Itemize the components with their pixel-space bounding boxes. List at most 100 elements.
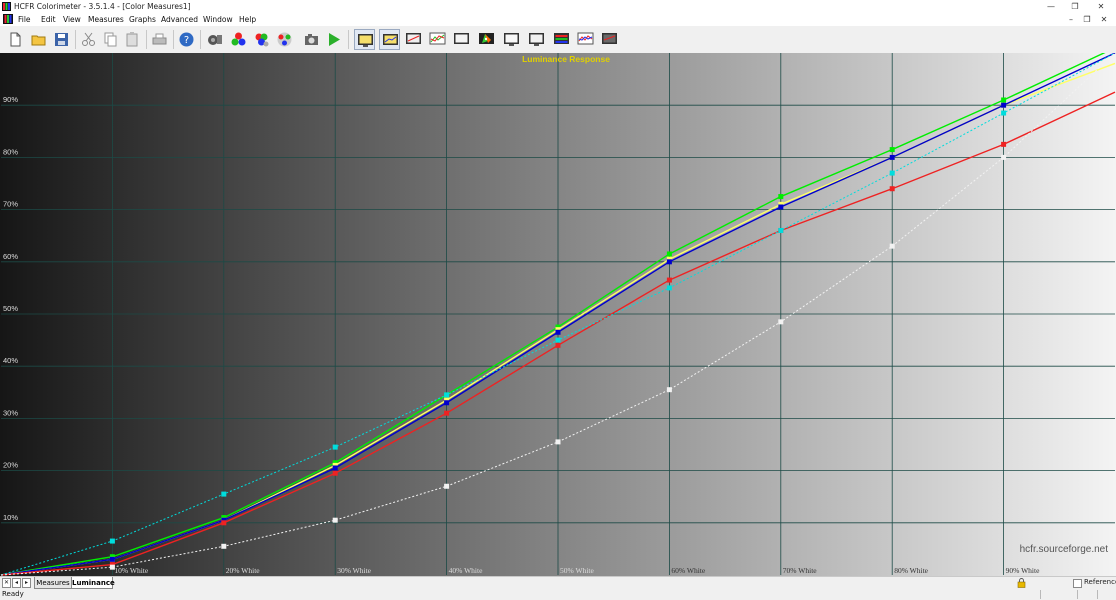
x-tick-label: 20% White	[226, 566, 260, 575]
cut-button[interactable]	[78, 29, 99, 50]
play-button[interactable]	[323, 29, 344, 50]
cie-diagram-button[interactable]	[476, 29, 497, 50]
status-pane	[1097, 590, 1098, 599]
menu-help[interactable]: Help	[239, 15, 256, 24]
sensor-button[interactable]	[205, 29, 226, 50]
screen-2-button[interactable]	[526, 29, 547, 50]
data-point	[1001, 154, 1007, 160]
data-point	[1001, 97, 1007, 103]
x-tick-label: 30% White	[337, 566, 371, 575]
menu-graphs[interactable]: Graphs	[129, 15, 156, 24]
document-restore-button[interactable]: ❐	[1080, 14, 1094, 25]
help-icon: ?	[179, 32, 194, 47]
y-tick-label: 80%	[3, 147, 18, 156]
tab-prev-button[interactable]: ◂	[12, 578, 21, 588]
play-icon	[329, 33, 340, 46]
data-point	[221, 520, 227, 526]
menu-advanced[interactable]: Advanced	[161, 15, 198, 24]
reference-label: Reference	[1084, 578, 1116, 586]
reference-checkbox[interactable]	[1073, 579, 1082, 588]
new-document-icon	[10, 32, 21, 47]
menu-view[interactable]: View	[63, 15, 81, 24]
display-view-2-button[interactable]	[379, 29, 400, 50]
x-tick-label: 60% White	[671, 566, 705, 575]
copy-button[interactable]	[100, 29, 121, 50]
graph-button[interactable]	[427, 29, 448, 50]
data-point	[555, 337, 561, 343]
tab-next-button[interactable]: ▸	[22, 578, 31, 588]
y-tick-label: 90%	[3, 95, 18, 104]
rgb-balls-icon	[231, 32, 246, 46]
x-tick-label: 40% White	[449, 566, 483, 575]
print-button[interactable]	[149, 29, 170, 50]
display-view-icon	[358, 34, 373, 47]
save-button[interactable]	[51, 29, 72, 50]
minimize-button[interactable]: —	[1040, 1, 1062, 12]
menu-edit[interactable]: Edit	[41, 15, 56, 24]
data-point	[332, 444, 338, 450]
save-disk-icon	[55, 33, 68, 46]
menu-bar: File Edit View Measures Graphs Advanced …	[0, 13, 1116, 26]
new-document-button[interactable]	[5, 29, 26, 50]
data-point	[109, 538, 115, 544]
status-bar: Ready	[0, 589, 1116, 600]
screen-button[interactable]	[501, 29, 522, 50]
data-point	[889, 186, 895, 192]
x-tick-label: 70% White	[783, 566, 817, 575]
status-text: Ready	[2, 590, 24, 598]
x-tick-label: 80% White	[894, 566, 928, 575]
data-point	[666, 285, 672, 291]
menu-file[interactable]: File	[18, 15, 31, 24]
y-tick-label: 30%	[3, 408, 18, 417]
lock-icon[interactable]	[1017, 578, 1026, 588]
data-point	[666, 277, 672, 283]
document-minimize-button[interactable]: –	[1064, 14, 1078, 25]
luminance-chart[interactable]: Luminance Response 10% 20% 30% 40% 50% 60% 70%…	[0, 53, 1116, 576]
rgb-levels-button[interactable]	[551, 29, 572, 50]
tab-measures[interactable]: Measures	[34, 577, 72, 589]
screen-dark-button[interactable]	[599, 29, 620, 50]
screen-dark-icon	[602, 33, 617, 44]
y-tick-label: 20%	[3, 461, 18, 470]
data-point	[555, 439, 561, 445]
menu-measures[interactable]: Measures	[88, 15, 124, 24]
data-point	[1001, 102, 1007, 108]
watermark-text: hcfr.sourceforge.net	[1020, 544, 1109, 555]
close-button[interactable]: ✕	[1090, 1, 1112, 12]
toolbar: ?	[0, 26, 1116, 54]
x-tick-label: 50% White	[560, 566, 594, 575]
histogram-button[interactable]	[575, 29, 596, 50]
help-button[interactable]: ?	[176, 29, 197, 50]
rgb-button[interactable]	[228, 29, 249, 50]
print-icon	[152, 33, 167, 45]
data-point	[666, 259, 672, 265]
color-swatch-button[interactable]	[274, 29, 295, 50]
x-tick-label: 10% White	[114, 566, 148, 575]
camera-button[interactable]	[301, 29, 322, 50]
menu-window[interactable]: Window	[203, 15, 233, 24]
data-point	[778, 319, 784, 325]
copy-icon	[104, 32, 117, 47]
restore-button[interactable]: ❐	[1064, 1, 1086, 12]
display-view-3-button[interactable]	[403, 29, 424, 50]
measure-all-button[interactable]	[251, 29, 272, 50]
status-pane	[1077, 590, 1078, 599]
data-point	[444, 483, 450, 489]
white-screen-button[interactable]	[451, 29, 472, 50]
tab-close-button[interactable]: ✕	[2, 578, 11, 588]
data-point	[1001, 141, 1007, 147]
cie-diagram-icon	[479, 33, 494, 44]
open-button[interactable]	[28, 29, 49, 50]
data-point	[444, 400, 450, 406]
data-point	[1001, 110, 1007, 116]
status-pane	[1040, 590, 1041, 599]
document-system-icon[interactable]	[3, 14, 13, 24]
data-point	[666, 251, 672, 257]
display-view-button[interactable]	[354, 29, 375, 50]
paste-button[interactable]	[122, 29, 143, 50]
open-folder-icon	[31, 35, 46, 46]
document-close-button[interactable]: ✕	[1097, 14, 1111, 25]
y-tick-label: 50%	[3, 304, 18, 313]
tab-luminance[interactable]: Luminance	[71, 577, 115, 589]
window-title: HCFR Colorimeter - 3.5.1.4 - [Color Meas…	[14, 2, 191, 11]
